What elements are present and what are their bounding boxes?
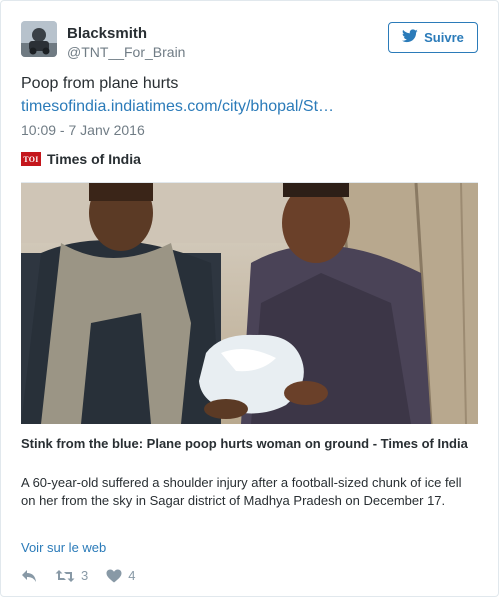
retweet-icon xyxy=(55,569,75,583)
heart-icon xyxy=(106,569,122,583)
view-on-web-link[interactable]: Voir sur le web xyxy=(21,540,106,555)
tweet-text: Poop from plane hurts xyxy=(21,75,179,92)
avatar[interactable] xyxy=(21,21,57,57)
tweet-link[interactable]: timesofindia.indiatimes.com/city/bhopal/… xyxy=(21,97,334,117)
tweet-timestamp[interactable]: 10:09 - 7 Janv 2016 xyxy=(21,122,145,138)
follow-button[interactable]: Suivre xyxy=(388,22,478,53)
toi-logo-icon: TOI xyxy=(21,152,41,166)
reply-icon xyxy=(21,569,37,583)
retweet-count: 3 xyxy=(81,568,89,583)
user-name[interactable]: Blacksmith xyxy=(67,25,147,42)
twitter-bird-icon xyxy=(402,29,418,46)
follow-label: Suivre xyxy=(424,30,464,45)
reply-button[interactable] xyxy=(21,569,37,583)
source-name: Times of India xyxy=(47,151,141,167)
like-button[interactable]: 4 xyxy=(106,568,135,583)
tweet-actions: 3 4 xyxy=(21,568,153,583)
card-source[interactable]: TOI Times of India xyxy=(21,151,141,167)
tweet-embed: Blacksmith @TNT__For_Brain Suivre Poop f… xyxy=(0,0,499,597)
card-title[interactable]: Stink from the blue: Plane poop hurts wo… xyxy=(21,435,478,453)
summary-card[interactable]: Stink from the blue: Plane poop hurts wo… xyxy=(21,182,478,530)
user-handle[interactable]: @TNT__For_Brain xyxy=(67,44,185,60)
card-description: A 60-year-old suffered a shoulder injury… xyxy=(21,475,462,508)
card-image[interactable] xyxy=(21,183,478,424)
retweet-button[interactable]: 3 xyxy=(55,568,88,583)
like-count: 4 xyxy=(128,568,136,583)
